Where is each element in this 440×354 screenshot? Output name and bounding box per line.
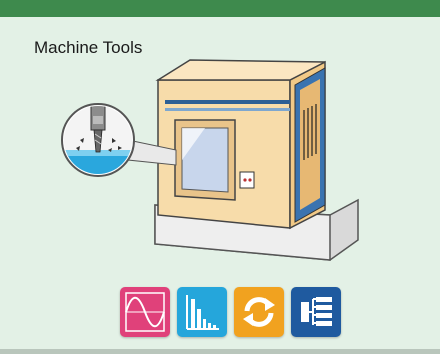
machine-tools-card: Machine Tools	[0, 0, 440, 354]
waveform-icon[interactable]	[120, 287, 170, 337]
spectrum-bars-icon[interactable]	[177, 287, 227, 337]
cycle-arrows-icon[interactable]	[234, 287, 284, 337]
feature-icon-row	[120, 287, 341, 337]
list-tree-icon[interactable]	[291, 287, 341, 337]
control-box	[239, 171, 255, 189]
bottom-divider	[0, 349, 440, 354]
